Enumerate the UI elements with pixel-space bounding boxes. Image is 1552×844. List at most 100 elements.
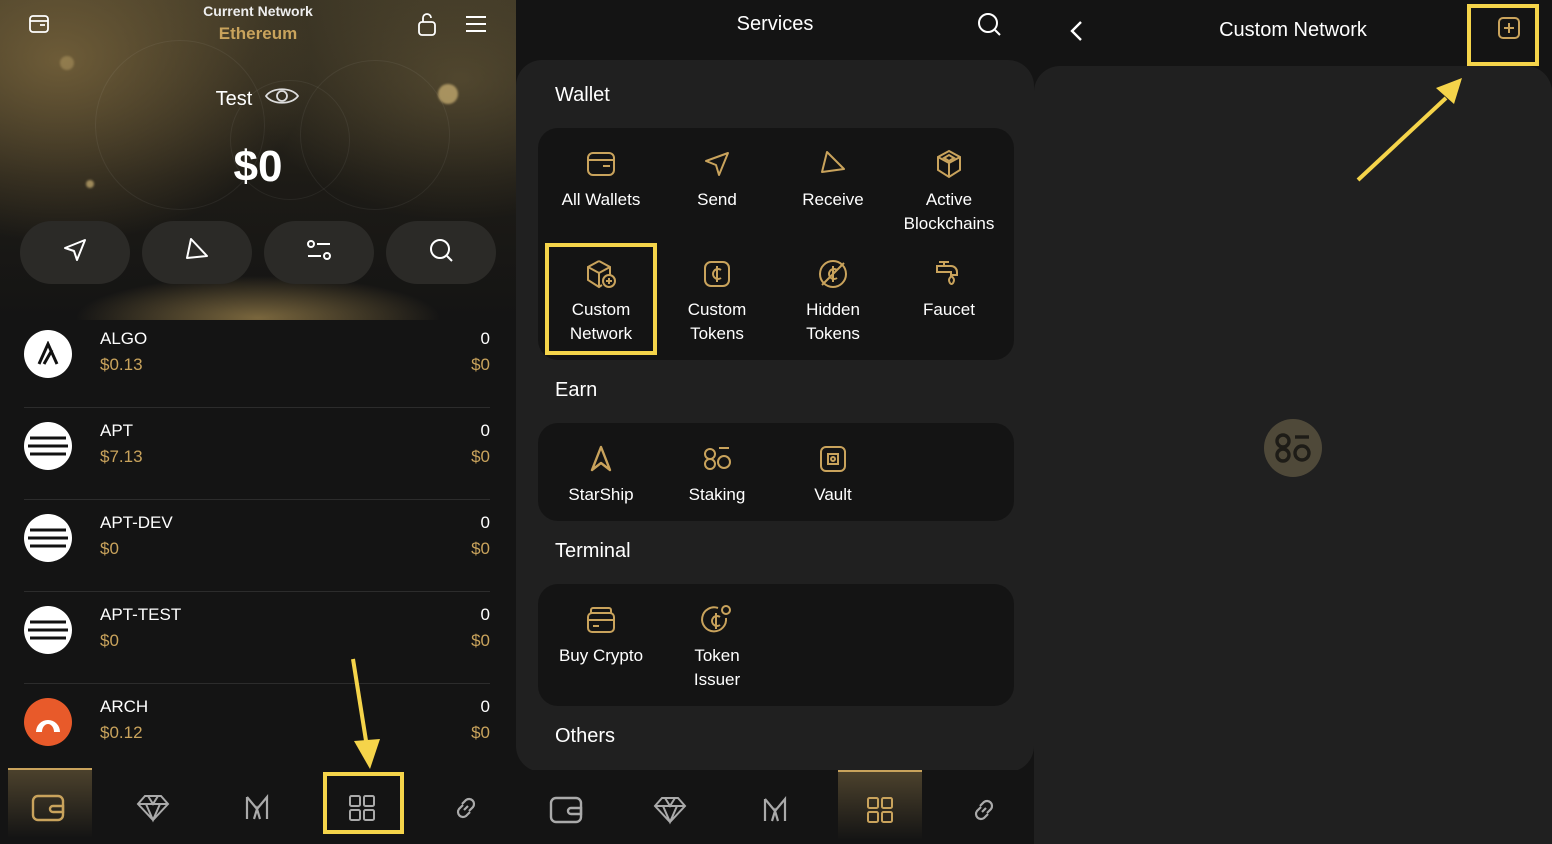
wallet-home-panel: Current Network Ethereum Test $0 ALGO $0… (0, 0, 516, 844)
search-icon[interactable] (976, 11, 1002, 37)
nav-starship[interactable] (735, 782, 815, 842)
asset-symbol: APT-TEST (100, 605, 182, 624)
custom-network-panel: Custom Network (1034, 0, 1552, 844)
service-custom-tokens[interactable]: Custom Tokens (659, 254, 775, 346)
highlight-box (1467, 4, 1539, 66)
asset-amount: 0 (480, 329, 490, 348)
nav-earn[interactable] (113, 780, 193, 840)
service-buy-crypto[interactable]: Buy Crypto (543, 600, 659, 668)
asset-value: $0 (471, 723, 490, 742)
asset-symbol: ALGO (100, 329, 148, 348)
bottom-nav (516, 770, 1034, 844)
service-active-blockchains[interactable]: Active Blockchains (891, 144, 1007, 236)
diamond-icon (136, 793, 170, 828)
service-starship[interactable]: StarShip (543, 439, 659, 507)
service-faucet[interactable]: Faucet (891, 254, 1007, 322)
swap-icon (304, 236, 334, 269)
service-label: Receive (802, 190, 864, 209)
empty-state-logo-icon (1264, 419, 1322, 477)
services-panel: Services Wallet All Wallets Send Receive… (516, 0, 1034, 844)
starship-icon (242, 793, 272, 828)
asset-row-algo[interactable]: ALGO $0.13 0 $0 (24, 316, 490, 408)
service-label: Send (697, 190, 737, 209)
token-issuer-icon (659, 600, 775, 640)
asset-price: $0.13 (100, 355, 143, 374)
service-label: Token Issuer (693, 646, 741, 689)
service-label: Vault (814, 485, 852, 504)
section-title-earn: Earn (555, 379, 598, 401)
blockchain-cube-icon (891, 144, 1007, 184)
arrow-annotation-icon (351, 658, 380, 769)
asset-amount: 0 (480, 513, 490, 532)
aptos-logo-icon (24, 606, 72, 654)
receive-button[interactable] (142, 221, 252, 284)
asset-value: $0 (471, 631, 490, 650)
service-label: StarShip (568, 485, 634, 504)
link-icon (969, 795, 999, 830)
arrow-annotation-icon (1356, 78, 1462, 182)
service-token-issuer[interactable]: Token Issuer (659, 600, 775, 692)
highlight-box (323, 772, 404, 834)
nav-connections[interactable] (426, 780, 506, 840)
nav-earn[interactable] (630, 782, 710, 842)
highlight-box (545, 243, 657, 355)
swap-button[interactable] (264, 221, 374, 284)
custom-network-list (1034, 66, 1552, 844)
asset-row-apt[interactable]: APT $7.13 0 $0 (24, 408, 490, 500)
terminal-services-card: Buy Crypto Token Issuer (538, 584, 1014, 706)
nav-connections[interactable] (944, 782, 1024, 842)
custom-tokens-icon (659, 254, 775, 294)
account-row: Test (0, 84, 516, 114)
nav-services[interactable] (840, 782, 920, 842)
asset-price: $7.13 (100, 447, 143, 466)
service-staking[interactable]: Staking (659, 439, 775, 507)
send-button[interactable] (20, 221, 130, 284)
wallet-icon (31, 793, 65, 828)
earn-services-card: StarShip Staking Vault (538, 423, 1014, 521)
lock-icon[interactable] (414, 11, 440, 37)
nav-wallet[interactable] (8, 780, 88, 840)
asset-row-apt-dev[interactable]: APT-DEV $0 0 $0 (24, 500, 490, 592)
service-receive[interactable]: Receive (775, 144, 891, 212)
section-title-wallet: Wallet (555, 84, 610, 106)
starship-flame-icon (543, 439, 659, 479)
service-label: Faucet (923, 300, 975, 319)
section-title-terminal: Terminal (555, 540, 631, 562)
staking-icon (659, 439, 775, 479)
wallets-icon (543, 144, 659, 184)
asset-row-arch[interactable]: ARCH $0.12 0 $0 (24, 684, 490, 776)
asset-symbol: ARCH (100, 697, 149, 716)
nav-starship[interactable] (217, 780, 297, 840)
service-label: All Wallets (561, 190, 641, 209)
asset-value: $0 (471, 447, 490, 466)
service-all-wallets[interactable]: All Wallets (543, 144, 659, 212)
nav-wallet[interactable] (526, 782, 606, 842)
account-name: Test (215, 87, 253, 110)
receive-icon (775, 144, 891, 184)
diamond-icon (653, 795, 687, 830)
service-send[interactable]: Send (659, 144, 775, 212)
arch-logo-icon (24, 698, 72, 746)
aptos-logo-icon (24, 422, 72, 470)
asset-symbol: APT-DEV (100, 513, 173, 532)
link-icon (451, 793, 481, 828)
bottom-nav (0, 768, 516, 844)
faucet-icon (891, 254, 1007, 294)
services-icon (865, 795, 895, 830)
starship-icon (760, 795, 790, 830)
aptos-logo-icon (24, 514, 72, 562)
service-label: Active Blockchains (903, 190, 995, 233)
asset-row-apt-test[interactable]: APT-TEST $0 0 $0 (24, 592, 490, 684)
service-vault[interactable]: Vault (775, 439, 891, 507)
service-label: Staking (688, 485, 746, 504)
search-button[interactable] (386, 221, 496, 284)
service-hidden-tokens[interactable]: Hidden Tokens (775, 254, 891, 346)
wallet-icon (549, 795, 583, 830)
buy-crypto-card-icon (543, 600, 659, 640)
send-icon (61, 236, 89, 269)
asset-price: $0 (100, 631, 119, 650)
decor-dot (60, 56, 74, 70)
asset-symbol: APT (100, 421, 134, 440)
menu-icon[interactable] (463, 11, 489, 37)
eye-icon[interactable] (264, 84, 300, 114)
